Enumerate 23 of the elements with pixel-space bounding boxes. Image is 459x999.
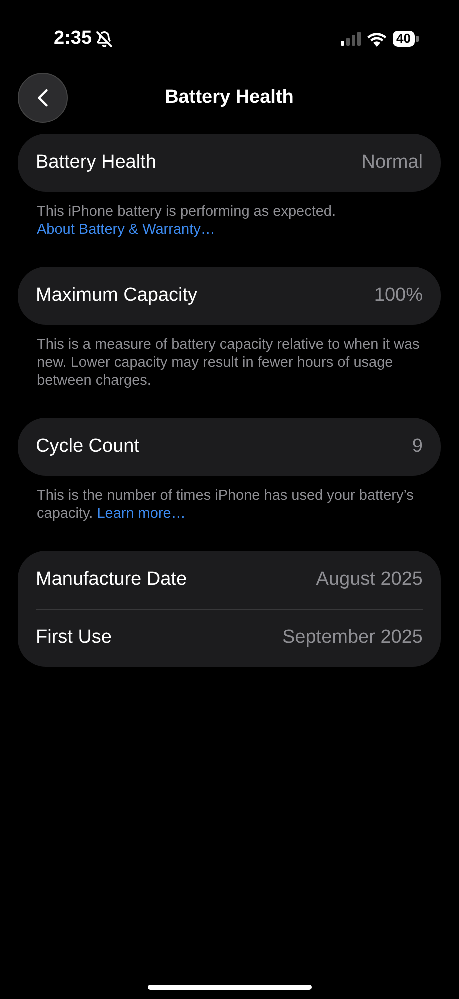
battery-cap-icon [416,36,419,42]
footer-link[interactable]: Learn more… [97,506,186,522]
footer-text: This is a measure of battery capacity relative to when it was new. Lower capacity may result in fewer hours of usage between charges. [36,336,421,390]
status-time: 2:35 [54,26,92,51]
row-label: Manufacture Date [36,568,188,592]
row-label: Battery Health [36,150,156,175]
wifi-icon [366,32,387,46]
bell-off-icon [96,30,114,48]
row-value: 9 [412,434,423,459]
row-value: September 2025 [282,626,423,650]
row-value: August 2025 [316,568,423,592]
row-label: Maximum Capacity [36,284,198,308]
back-button[interactable] [18,73,68,123]
page-title: Battery Health [165,86,294,110]
row-value: Normal [362,150,423,175]
row-label: Cycle Count [36,434,140,459]
footer-link[interactable]: About Battery & Warranty… [37,222,216,238]
row-label: First Use [36,626,112,650]
footer-text: This is the number of times iPhone has used your battery’s capacity. Learn more… [36,487,415,523]
footer-text: This iPhone battery is performing as expected. About Battery & Warranty… [36,203,338,239]
row-value: 100% [374,284,423,308]
battery-level: 40 [392,31,415,47]
signal-icon [340,32,361,46]
